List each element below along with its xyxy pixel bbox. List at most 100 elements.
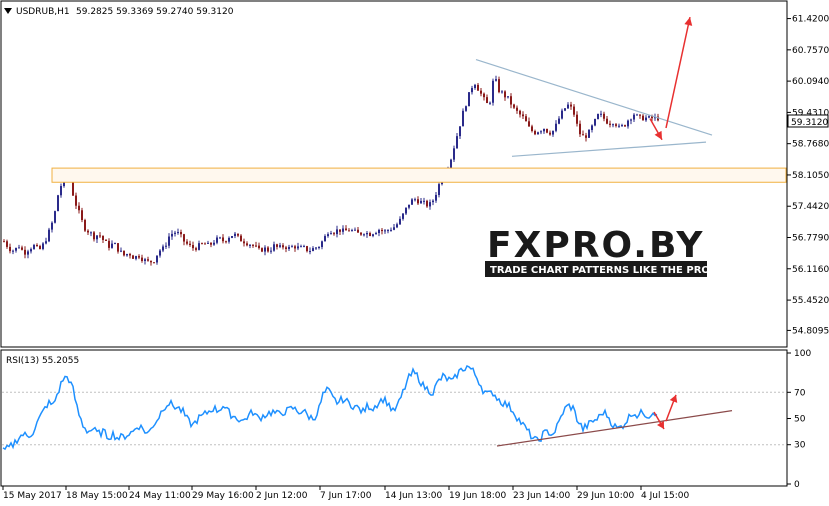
candle-body [132, 255, 134, 259]
candle-body [621, 125, 623, 127]
candle-body [606, 118, 608, 124]
candle-body [81, 210, 83, 221]
candle-body [456, 136, 458, 149]
candle-body [402, 213, 404, 219]
candle-body [615, 124, 617, 126]
candle-body [42, 243, 44, 249]
candle-body [189, 243, 191, 245]
candle-body [216, 237, 218, 243]
candle-body [327, 234, 329, 237]
candle-body [87, 230, 89, 233]
candle-body [507, 96, 509, 98]
candle-body [213, 242, 215, 245]
candle-body [573, 106, 575, 115]
candle-body [48, 229, 50, 242]
x-tick-label: 14 Jun 13:00 [385, 491, 442, 501]
candle-body [51, 222, 53, 230]
candle-body [513, 104, 515, 108]
ohlc-label: 59.2825 59.3369 59.2740 59.3120 [76, 7, 234, 17]
price-y-tick-label: 56.1160 [792, 265, 829, 275]
candle-body [564, 108, 566, 111]
candle-body [438, 184, 440, 195]
candle-body [318, 247, 320, 249]
candle-body [96, 235, 98, 240]
chart-canvas: USDRUB,H1 59.2825 59.3369 59.2740 59.312… [0, 0, 829, 501]
candle-body [111, 243, 113, 248]
candle-body [528, 121, 530, 127]
candle-body [150, 260, 152, 263]
candle-body [264, 247, 266, 252]
candle-body [210, 242, 212, 245]
candle-body [90, 232, 92, 234]
candle-body [336, 229, 338, 235]
candle-body [510, 96, 512, 105]
rsi-y-tick-label: 100 [794, 349, 811, 359]
candle-body [435, 194, 437, 201]
candle-body [516, 107, 518, 111]
candle-body [486, 97, 488, 104]
candle-body [186, 241, 188, 244]
candle-body [588, 129, 590, 138]
watermark: FXPRO.BY TRADE CHART PATTERNS LIKE THE P… [485, 225, 717, 277]
candle-body [147, 259, 149, 261]
price-y-tick-label: 58.7680 [792, 140, 829, 150]
candle-body [84, 220, 86, 231]
candle-body [6, 241, 8, 247]
candle-body [165, 245, 167, 247]
candle-body [369, 233, 371, 236]
candle-body [228, 237, 230, 242]
candle-body [522, 114, 524, 117]
candle-body [30, 249, 32, 252]
candle-body [282, 245, 284, 248]
candle-body [144, 259, 146, 261]
candle-body [537, 132, 539, 135]
candle-body [420, 200, 422, 204]
support-zone [51, 167, 787, 183]
x-tick-label: 4 Jul 15:00 [641, 491, 690, 501]
watermark-brand: FXPRO.BY [487, 225, 704, 266]
candle-body [579, 123, 581, 135]
candle-body [285, 247, 287, 250]
price-y-tick-label: 58.1050 [792, 171, 829, 181]
candle-body [396, 224, 398, 228]
candle-body [180, 232, 182, 235]
candle-body [534, 131, 536, 135]
candle-body [24, 249, 26, 255]
candle-body [234, 233, 236, 237]
candle-body [267, 247, 269, 252]
candle-body [636, 114, 638, 116]
watermark-tagline: TRADE CHART PATTERNS LIKE THE PROS [490, 265, 717, 276]
candle-body [627, 120, 629, 127]
candle-body [240, 235, 242, 242]
candle-body [39, 246, 41, 249]
candle-body [78, 205, 80, 211]
candle-body [576, 114, 578, 124]
candle-body [477, 84, 479, 91]
candle-body [483, 93, 485, 98]
candle-body [276, 244, 278, 247]
candle-body [453, 148, 455, 160]
x-tick-label: 7 Jun 17:00 [320, 491, 372, 501]
candle-body [648, 116, 650, 118]
candle-body [138, 256, 140, 258]
candle-body [357, 229, 359, 233]
candle-body [360, 232, 362, 235]
candle-body [609, 123, 611, 125]
candle-body [471, 88, 473, 93]
candle-body [393, 227, 395, 230]
candle-body [168, 236, 170, 246]
candle-body [480, 90, 482, 94]
candle-body [219, 237, 221, 239]
candle-body [498, 79, 500, 93]
candle-body [102, 235, 104, 240]
candle-body [207, 242, 209, 244]
candle-body [204, 243, 206, 245]
candle-body [57, 195, 59, 212]
candle-body [222, 237, 224, 242]
candle-body [273, 244, 275, 251]
candle-body [9, 246, 11, 252]
candle-body [633, 114, 635, 120]
candle-body [384, 230, 386, 232]
candle-body [174, 232, 176, 234]
x-tick-label: 2 Jun 12:00 [256, 491, 308, 501]
